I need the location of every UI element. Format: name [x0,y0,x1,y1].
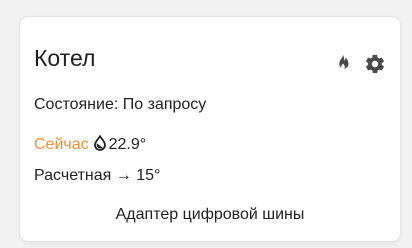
boiler-card: Котел Состояние: По запросу Сейчас 22.9°… [20,17,400,241]
arrow-icon: → [115,167,132,184]
target-label: Расчетная [34,167,112,184]
flame-icon[interactable] [332,53,354,75]
background: Котел Состояние: По запросу Сейчас 22.9°… [0,0,412,248]
adapter-label: Адаптер цифровой шины [115,206,305,223]
card-title: Котел [34,45,96,71]
current-temp-value: 22.9° [108,136,147,153]
card-actions [332,53,386,75]
gear-icon[interactable] [364,53,386,75]
status-value: По запросу [122,96,207,113]
status-label: Состояние: [34,96,119,113]
target-temp-value: 15° [136,167,161,184]
current-temp-row: Сейчас 22.9° [34,134,147,153]
target-temp-row: Расчетная → 15° [34,168,160,184]
status-row: Состояние: По запросу [34,97,206,113]
current-label: Сейчас [34,136,89,153]
droplet-icon [93,134,107,151]
